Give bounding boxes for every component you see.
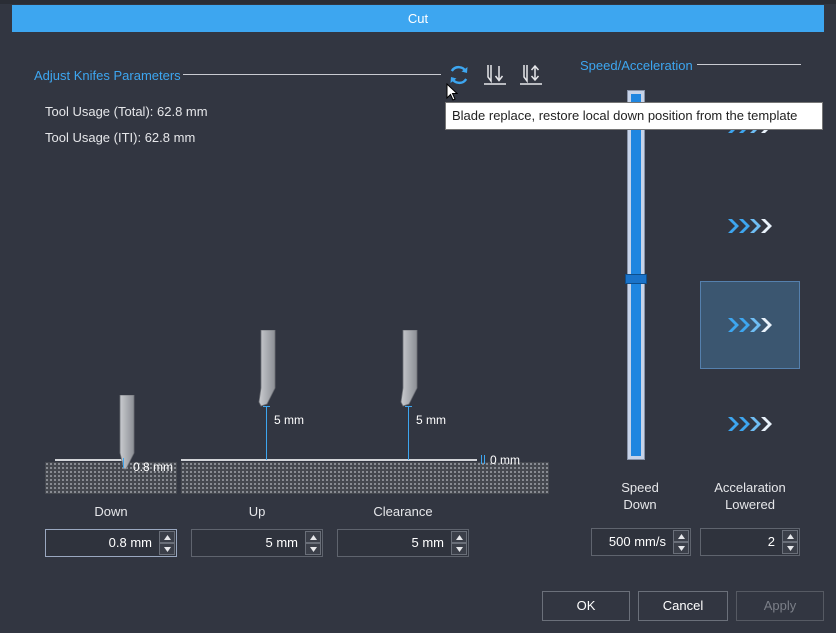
up-spinbox[interactable]: 5 mm: [191, 529, 323, 557]
down-decrement-button[interactable]: [159, 543, 175, 555]
speed-group-divider: [697, 64, 801, 65]
clearance-increment-button[interactable]: [451, 531, 467, 543]
knife-down-icon[interactable]: [482, 62, 508, 88]
acceleration-decrement-button[interactable]: [782, 542, 798, 554]
dialog-title-bar: Cut: [12, 5, 824, 32]
up-field-label: Up: [248, 504, 266, 519]
up-arrow-icon: [786, 533, 794, 539]
knife-parameters-title: Adjust Knifes Parameters: [34, 68, 181, 83]
up-arrow-icon: [163, 534, 171, 540]
speed-label: Speed: [621, 480, 659, 495]
blade-replace-tooltip: Blade replace, restore local down positi…: [445, 102, 823, 130]
down-spinbox[interactable]: 0.8 mm: [45, 529, 177, 557]
acceleration-increment-button[interactable]: [782, 530, 798, 542]
acceleration-label: Accelaration: [714, 480, 786, 495]
knife-clearance-position: [400, 329, 418, 411]
down-arrow-icon: [677, 545, 685, 551]
speed-mode-label: Down: [623, 497, 657, 512]
acceleration-spinbox[interactable]: 2: [700, 528, 800, 556]
speed-acceleration-title: Speed/Acceleration: [580, 58, 693, 73]
acceleration-level-3[interactable]: [728, 318, 774, 332]
down-field-label: Down: [94, 504, 128, 519]
acceleration-level-4[interactable]: [728, 417, 774, 431]
mouse-cursor-icon: [446, 82, 459, 104]
knife-up-position: [258, 329, 276, 411]
clearance-distance-label: 5 mm: [416, 413, 446, 427]
clearance-decrement-button[interactable]: [451, 543, 467, 555]
chevrons-icon: [728, 318, 772, 332]
up-increment-button[interactable]: [305, 531, 321, 543]
up-distance-label: 5 mm: [274, 413, 304, 427]
down-arrow-icon: [455, 546, 463, 552]
speed-slider[interactable]: [625, 90, 647, 460]
knife-group-divider: [183, 74, 441, 75]
down-depth-marker: [123, 458, 124, 468]
clearance-distance-marker: [408, 406, 409, 460]
apply-button[interactable]: Apply: [736, 591, 824, 621]
speed-spinbox[interactable]: 500 mm/s: [591, 528, 691, 556]
zero-level-label: 0 mm: [490, 453, 520, 467]
up-arrow-icon: [309, 534, 317, 540]
clearance-spinbox[interactable]: 5 mm: [337, 529, 469, 557]
speed-slider-handle[interactable]: [625, 274, 647, 284]
up-decrement-button[interactable]: [305, 543, 321, 555]
acceleration-level-2[interactable]: [728, 219, 774, 233]
cancel-button[interactable]: Cancel: [638, 591, 728, 621]
ok-button[interactable]: OK: [542, 591, 630, 621]
tool-usage-iti: Tool Usage (ITI): 62.8 mm: [45, 130, 196, 145]
speed-spinbox-value[interactable]: 500 mm/s: [594, 529, 670, 555]
acceleration-mode-label: Lowered: [725, 497, 775, 512]
zero-marker: [481, 455, 482, 464]
surface-line-up: [181, 459, 477, 461]
up-arrow-icon: [677, 533, 685, 539]
down-increment-button[interactable]: [159, 531, 175, 543]
clearance-spinbox-value[interactable]: 5 mm: [340, 530, 448, 556]
knife-up-down-icon[interactable]: [518, 62, 544, 88]
window-frame: [0, 0, 836, 4]
speed-increment-button[interactable]: [673, 530, 689, 542]
down-arrow-icon: [309, 546, 317, 552]
down-depth-label: 0.8 mm: [133, 460, 174, 474]
chevrons-icon: [728, 219, 772, 233]
acceleration-spinbox-value[interactable]: 2: [703, 529, 779, 555]
up-spinbox-value[interactable]: 5 mm: [194, 530, 302, 556]
down-arrow-icon: [786, 545, 794, 551]
speed-decrement-button[interactable]: [673, 542, 689, 554]
down-spinbox-value[interactable]: 0.8 mm: [48, 530, 156, 556]
up-distance-marker: [266, 406, 267, 460]
down-arrow-icon: [163, 546, 171, 552]
tool-usage-total: Tool Usage (Total): 62.8 mm: [45, 104, 208, 119]
surface-line-down: [55, 459, 122, 461]
chevrons-icon: [728, 417, 772, 431]
clearance-field-label: Clearance: [373, 504, 433, 519]
up-arrow-icon: [455, 534, 463, 540]
zero-marker-2: [484, 455, 485, 464]
